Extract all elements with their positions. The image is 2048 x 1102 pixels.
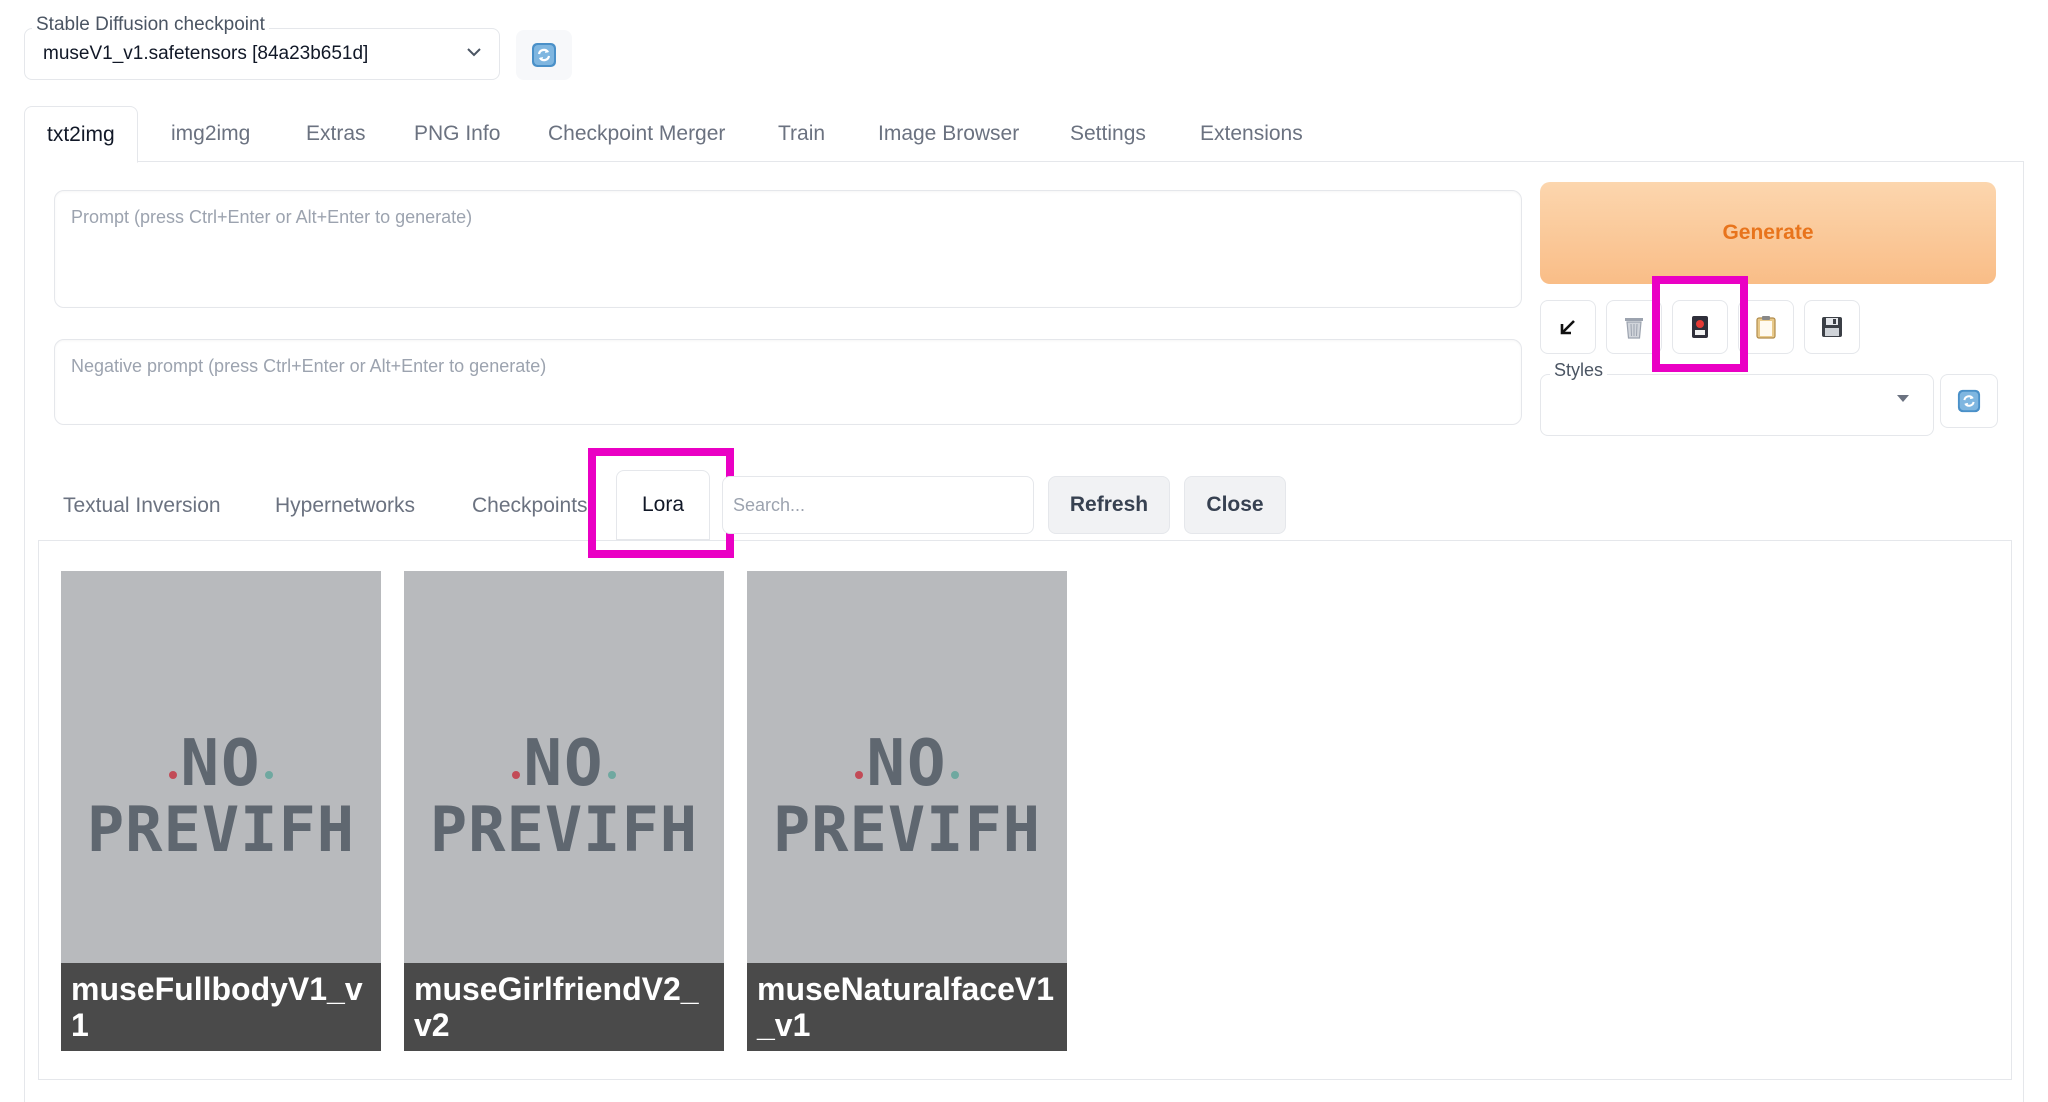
styles-label: Styles (1550, 360, 1608, 381)
preview-text-line1: NO (866, 727, 948, 801)
refresh-icon (532, 43, 556, 67)
decor-dot (512, 771, 520, 779)
tab-image-browser[interactable]: Image Browser (878, 106, 1019, 162)
highlight-lora-tab (588, 448, 734, 558)
preview-text-line2: PREVIFH (429, 793, 699, 866)
styles-dropdown[interactable] (1540, 374, 1934, 436)
card-name: museFullbodyV1_v1 (61, 963, 381, 1051)
no-preview-image: NO PREVIFH (404, 731, 724, 863)
tab-checkpoint-merger[interactable]: Checkpoint Merger (548, 106, 725, 162)
tab-textual-inversion[interactable]: Textual Inversion (63, 478, 221, 534)
decor-dot (855, 771, 863, 779)
main-tab-bar: txt2img img2img Extras PNG Info Checkpoi… (24, 106, 2024, 163)
search-input[interactable] (722, 476, 1034, 534)
negative-prompt-placeholder: Negative prompt (press Ctrl+Enter or Alt… (71, 356, 547, 376)
decor-dot (951, 771, 959, 779)
tab-settings[interactable]: Settings (1070, 106, 1146, 162)
tab-extensions[interactable]: Extensions (1200, 106, 1303, 162)
tab-txt2img[interactable]: txt2img (24, 106, 138, 163)
read-params-button[interactable] (1540, 300, 1596, 354)
lora-card[interactable]: NO PREVIFH museGirlfriendV2_v2 (404, 571, 724, 1051)
decor-dot (169, 771, 177, 779)
preview-text-line2: PREVIFH (772, 793, 1042, 866)
refresh-icon (1957, 389, 1981, 413)
lora-card[interactable]: NO PREVIFH museNaturalfaceV1_v1 (747, 571, 1067, 1051)
decor-dot (265, 771, 273, 779)
tab-img2img[interactable]: img2img (171, 106, 250, 162)
tab-hypernetworks[interactable]: Hypernetworks (275, 478, 415, 534)
lora-card[interactable]: NO PREVIFH museFullbodyV1_v1 (61, 571, 381, 1051)
card-name: museGirlfriendV2_v2 (404, 963, 724, 1051)
checkpoint-value: museV1_v1.safetensors [84a23b651d] (43, 43, 369, 64)
save-icon (1822, 317, 1842, 337)
refresh-button[interactable]: Refresh (1048, 476, 1170, 534)
no-preview-image: NO PREVIFH (61, 731, 381, 863)
close-button[interactable]: Close (1184, 476, 1286, 534)
arrow-down-left-icon (1560, 320, 1575, 335)
tab-extras[interactable]: Extras (306, 106, 366, 162)
trash-icon (1625, 318, 1643, 339)
tab-png-info[interactable]: PNG Info (414, 106, 500, 162)
styles-refresh-button[interactable] (1940, 374, 1998, 428)
generate-button[interactable]: Generate (1540, 182, 1996, 284)
checkpoint-label: Stable Diffusion checkpoint (32, 14, 269, 36)
tab-train[interactable]: Train (778, 106, 825, 162)
no-preview-image: NO PREVIFH (747, 731, 1067, 863)
chevron-down-icon (467, 48, 481, 57)
preview-text-line1: NO (523, 727, 605, 801)
prompt-textarea[interactable]: Prompt (press Ctrl+Enter or Alt+Enter to… (54, 190, 1522, 308)
preview-text-line2: PREVIFH (86, 793, 356, 866)
preview-text-line1: NO (180, 727, 262, 801)
tab-checkpoints[interactable]: Checkpoints (472, 478, 588, 534)
decor-dot (608, 771, 616, 779)
caret-down-icon (1897, 395, 1909, 402)
clipboard-icon (1756, 316, 1776, 339)
checkpoint-refresh-button[interactable] (516, 30, 572, 80)
save-style-button[interactable] (1804, 300, 1860, 354)
negative-prompt-textarea[interactable]: Negative prompt (press Ctrl+Enter or Alt… (54, 339, 1522, 425)
card-name: museNaturalfaceV1_v1 (747, 963, 1067, 1051)
prompt-placeholder: Prompt (press Ctrl+Enter or Alt+Enter to… (71, 207, 473, 227)
highlight-extra-networks (1652, 276, 1748, 372)
